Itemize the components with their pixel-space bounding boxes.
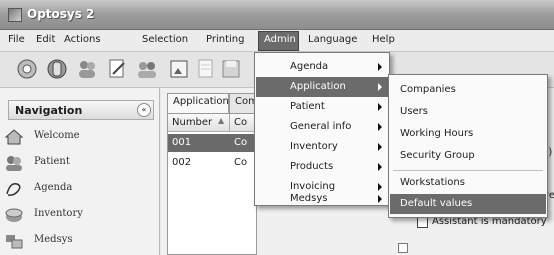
sort-arrow-icon: ▲ bbox=[218, 116, 225, 125]
table-row[interactable]: 001 Co bbox=[168, 134, 258, 152]
nav-label-medsys: Medsys bbox=[34, 234, 73, 245]
menu-item-patient[interactable]: Patient bbox=[256, 97, 388, 117]
menu-printing[interactable]: Printing bbox=[206, 34, 244, 45]
application-submenu: Companies Users Working Hours Security G… bbox=[388, 74, 548, 218]
submenu-arrow-icon bbox=[378, 195, 382, 203]
navigation-title: Navigation bbox=[15, 104, 83, 117]
nav-item-inventory[interactable]: Inventory bbox=[4, 204, 134, 226]
save-icon[interactable] bbox=[218, 56, 244, 82]
assistant-mandatory-checkbox[interactable] bbox=[417, 217, 428, 228]
new-record-icon[interactable] bbox=[14, 56, 40, 82]
title-bar: Optosys 2 bbox=[0, 0, 554, 30]
submenu-item-working-hours[interactable]: Working Hours bbox=[390, 124, 546, 144]
menu-bar: File Edit Actions Selection Printing Adm… bbox=[0, 30, 554, 52]
image-icon[interactable] bbox=[166, 56, 192, 82]
nav-item-agenda[interactable]: Agenda bbox=[4, 178, 134, 200]
menu-item-label: Application bbox=[290, 81, 346, 92]
navigation-header: Navigation « bbox=[8, 100, 154, 120]
column-header-number-label: Number bbox=[172, 117, 213, 128]
nav-label-agenda: Agenda bbox=[34, 182, 73, 193]
submenu-item-companies[interactable]: Companies bbox=[390, 80, 546, 100]
menu-item-label: Agenda bbox=[290, 61, 329, 72]
submenu-item-workstations[interactable]: Workstations bbox=[390, 173, 546, 193]
submenu-arrow-icon bbox=[378, 143, 382, 151]
submenu-item-label: Security Group bbox=[400, 150, 475, 161]
home-icon bbox=[4, 129, 24, 145]
tab-application[interactable]: Application bbox=[167, 93, 229, 113]
menu-actions[interactable]: Actions bbox=[64, 34, 101, 45]
submenu-item-label: Workstations bbox=[400, 177, 465, 188]
menu-item-medsys[interactable]: Medsys bbox=[256, 193, 388, 205]
submenu-arrow-icon bbox=[378, 183, 382, 191]
agenda-icon bbox=[6, 182, 21, 196]
nav-label-patient: Patient bbox=[34, 156, 70, 167]
menu-item-label: Medsys bbox=[290, 193, 328, 204]
tab-com[interactable]: Com bbox=[229, 93, 258, 113]
submenu-item-label: Companies bbox=[400, 84, 456, 95]
submenu-item-users[interactable]: Users bbox=[390, 102, 546, 122]
submenu-item-default-values[interactable]: Default values bbox=[390, 194, 546, 214]
nav-label-inventory: Inventory bbox=[34, 208, 83, 219]
submenu-arrow-icon bbox=[378, 103, 382, 111]
medsys-icon bbox=[6, 235, 23, 249]
menu-selection[interactable]: Selection bbox=[142, 34, 188, 45]
menu-admin[interactable]: Admin bbox=[264, 34, 296, 45]
app-icon bbox=[8, 8, 22, 22]
checkbox-icon[interactable] bbox=[398, 243, 408, 253]
data-grid: Number ▲ Co 001 Co 002 Co bbox=[167, 113, 258, 255]
submenu-arrow-icon bbox=[378, 63, 382, 71]
menu-help[interactable]: Help bbox=[372, 34, 395, 45]
menu-item-agenda[interactable]: Agenda bbox=[256, 57, 388, 77]
nav-item-patient[interactable]: Patient bbox=[4, 152, 134, 174]
menu-edit[interactable]: Edit bbox=[36, 34, 55, 45]
nav-label-welcome: Welcome bbox=[34, 130, 80, 141]
collapse-icon[interactable]: « bbox=[137, 103, 151, 117]
menu-item-label: Products bbox=[290, 161, 334, 172]
column-header-number[interactable]: Number ▲ bbox=[168, 114, 230, 132]
table-row[interactable]: 002 Co bbox=[168, 154, 258, 172]
menu-separator bbox=[393, 170, 543, 171]
menu-item-application[interactable]: Application bbox=[256, 77, 388, 97]
menu-item-general-info[interactable]: General info bbox=[256, 117, 388, 137]
menu-item-label: Invoicing bbox=[290, 181, 336, 192]
nav-item-welcome[interactable]: Welcome bbox=[4, 126, 134, 148]
nav-item-medsys[interactable]: Medsys bbox=[4, 230, 134, 252]
navigation-panel: Navigation « Welcome Patient Agenda Inve… bbox=[0, 88, 160, 255]
submenu-arrow-icon bbox=[378, 83, 382, 91]
menu-file[interactable]: File bbox=[8, 34, 25, 45]
group-icon[interactable] bbox=[134, 56, 160, 82]
submenu-item-label: Users bbox=[400, 106, 429, 117]
cell-co: Co bbox=[234, 157, 248, 168]
cell-number: 001 bbox=[172, 137, 192, 148]
menu-language[interactable]: Language bbox=[308, 34, 357, 45]
admin-dropdown-menu: Agenda Application Patient General info … bbox=[254, 52, 390, 206]
edit-document-icon[interactable] bbox=[104, 56, 130, 82]
submenu-arrow-icon bbox=[378, 163, 382, 171]
menu-item-inventory[interactable]: Inventory bbox=[256, 137, 388, 157]
submenu-item-label: Default values bbox=[400, 198, 473, 209]
bottom-partial-row bbox=[390, 240, 554, 255]
document-icon[interactable] bbox=[192, 56, 218, 82]
menu-item-products[interactable]: Products bbox=[256, 157, 388, 177]
patient-icon bbox=[6, 156, 22, 171]
cell-co: Co bbox=[234, 137, 248, 148]
inventory-icon bbox=[5, 208, 23, 222]
settings-icon[interactable] bbox=[44, 56, 70, 82]
window-title: Optosys 2 bbox=[27, 7, 95, 21]
menu-item-label: Inventory bbox=[290, 141, 338, 152]
cell-number: 002 bbox=[172, 157, 192, 168]
people-icon[interactable] bbox=[74, 56, 100, 82]
menu-item-label: Patient bbox=[290, 101, 325, 112]
menu-item-label: General info bbox=[290, 121, 352, 132]
submenu-item-label: Working Hours bbox=[400, 128, 474, 139]
submenu-arrow-icon bbox=[378, 123, 382, 131]
submenu-item-security-group[interactable]: Security Group bbox=[390, 146, 546, 166]
